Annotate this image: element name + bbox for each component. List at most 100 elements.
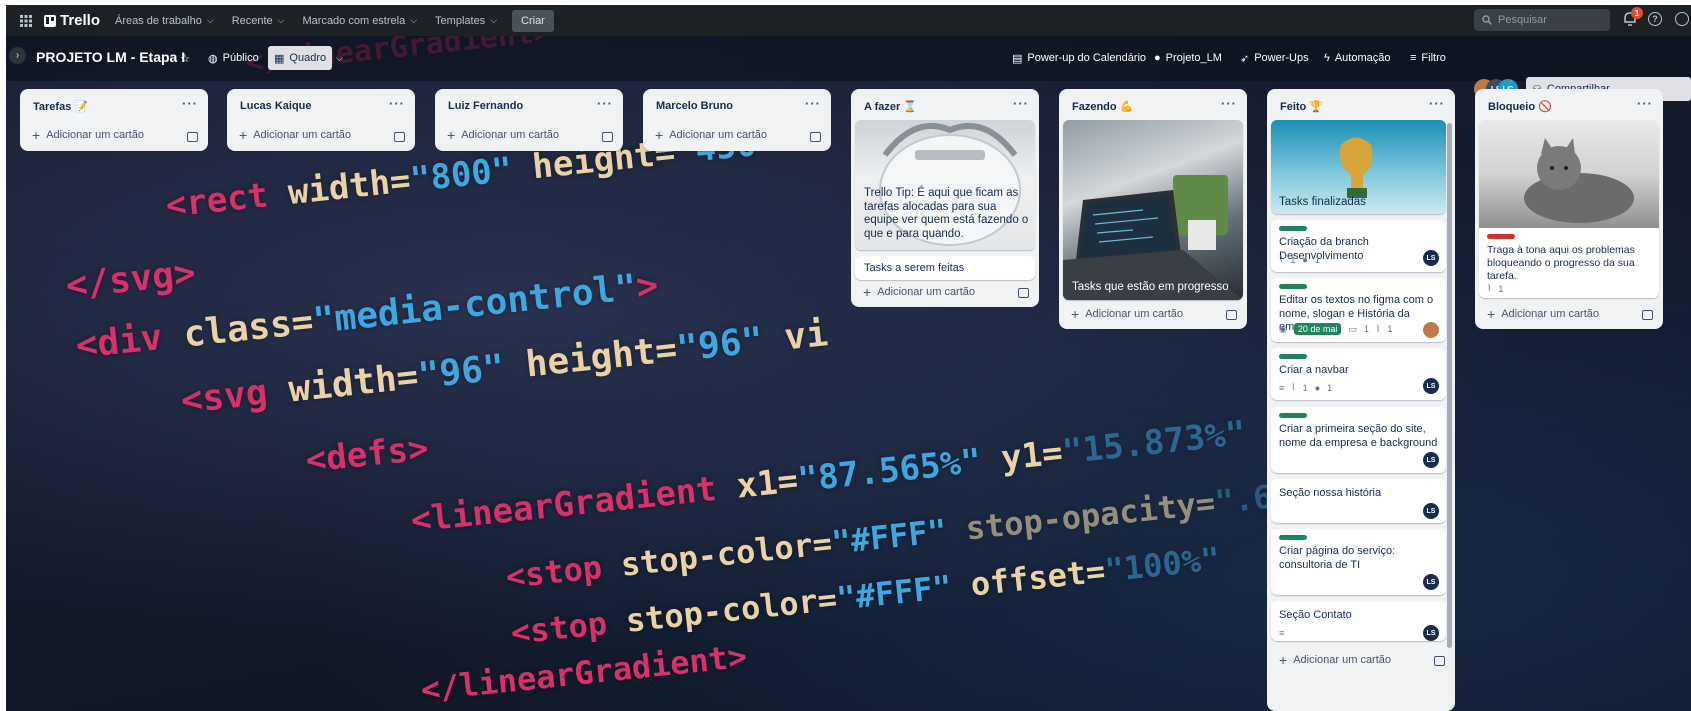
list-title[interactable]: Marcelo Bruno bbox=[656, 100, 733, 112]
github-count: 1 bbox=[1314, 254, 1320, 265]
starred-menu[interactable]: Marcado com estrela ⌵ bbox=[294, 9, 427, 33]
member-avatar[interactable]: LS bbox=[1423, 378, 1439, 394]
member-avatar[interactable]: LS bbox=[1423, 503, 1439, 519]
card-tasks-em-progresso[interactable]: Tasks que estão em progresso bbox=[1063, 120, 1243, 300]
plus-icon: + bbox=[1071, 306, 1080, 322]
list-menu-icon[interactable]: ··· bbox=[597, 96, 613, 111]
list-title[interactable]: A fazer ⌛ bbox=[864, 100, 917, 113]
card-template-icon[interactable] bbox=[394, 132, 405, 142]
member-avatar[interactable]: LS bbox=[1423, 625, 1439, 641]
card-title: Criar a navbar bbox=[1279, 364, 1349, 376]
member-avatar[interactable]: LS bbox=[1423, 574, 1439, 590]
card-template-icon[interactable] bbox=[1434, 656, 1445, 666]
card-template-icon[interactable] bbox=[602, 132, 613, 142]
description-icon: ≡ bbox=[1279, 628, 1285, 638]
member-avatar[interactable]: LS bbox=[1423, 250, 1439, 266]
list-title[interactable]: Feito 🏆 bbox=[1280, 100, 1323, 113]
powerups-button[interactable]: ➶ Power-Ups bbox=[1234, 46, 1315, 70]
card-title: Trello Tip: É aqui que ficam as tarefas … bbox=[864, 187, 1029, 240]
card-primeira-secao[interactable]: Criar a primeira seção do site, nome da … bbox=[1271, 407, 1446, 473]
card-criacao-branch[interactable]: Criação da branch Desenvolvimento ⌇ 1 ● 1 L… bbox=[1271, 220, 1446, 272]
card-editar-textos-figma[interactable]: Editar os textos no figma com o nome, sl… bbox=[1271, 278, 1446, 342]
card-template-icon[interactable] bbox=[187, 132, 198, 142]
code-token: > bbox=[405, 428, 431, 471]
card-bloqueio-tip[interactable]: Traga à tona aqui os problemas bloqueand… bbox=[1479, 120, 1659, 298]
views-dropdown-icon[interactable]: ⌵ bbox=[330, 46, 349, 70]
card-trello-tip[interactable]: Trello Tip: É aqui que ficam as tarefas … bbox=[855, 120, 1035, 250]
list-menu-icon[interactable]: ··· bbox=[1429, 96, 1445, 111]
member-avatar-photo[interactable] bbox=[1423, 322, 1439, 338]
list-title[interactable]: Fazendo 💪 bbox=[1072, 100, 1133, 113]
code-token: svg bbox=[200, 372, 270, 420]
card-label-green[interactable] bbox=[1279, 354, 1307, 359]
card-template-icon[interactable] bbox=[1642, 310, 1653, 320]
github-icon: ● bbox=[1154, 52, 1161, 64]
help-icon[interactable]: ? bbox=[1648, 12, 1662, 26]
add-card-button[interactable]: + Adicionar um cartão bbox=[233, 124, 351, 146]
create-button[interactable]: Criar bbox=[512, 9, 554, 32]
templates-menu[interactable]: Templates ⌵ bbox=[426, 9, 506, 33]
code-token: stop bbox=[528, 604, 609, 650]
list-scrollbar[interactable] bbox=[1447, 123, 1452, 648]
code-token: x1= bbox=[714, 460, 800, 509]
workspaces-menu[interactable]: Áreas de trabalho ⌵ bbox=[106, 9, 223, 33]
plus-icon: + bbox=[447, 127, 456, 143]
theme-toggle-icon[interactable] bbox=[1675, 12, 1689, 26]
card-label-green[interactable] bbox=[1279, 284, 1307, 289]
list-menu-icon[interactable]: ··· bbox=[182, 96, 198, 111]
member-avatar[interactable]: LS bbox=[1423, 452, 1439, 468]
card-label-red[interactable] bbox=[1487, 234, 1515, 239]
github-icon: ● bbox=[1302, 254, 1308, 265]
card-template-icon[interactable] bbox=[1226, 310, 1237, 320]
card-tasks-finalizadas[interactable]: Tasks finalizadas bbox=[1271, 120, 1446, 214]
code-token: defs bbox=[324, 430, 410, 479]
attachment-count: 1 bbox=[1387, 324, 1393, 334]
card-tasks-a-serem-feitas[interactable]: Tasks a serem feitas bbox=[855, 256, 1035, 280]
list-title[interactable]: Tarefas 📝 bbox=[33, 100, 88, 113]
trello-logo[interactable]: Trello bbox=[38, 9, 106, 33]
card-label-green[interactable] bbox=[1279, 413, 1307, 418]
automation-button[interactable]: ϟ Automação bbox=[1318, 46, 1396, 70]
board-view-button[interactable]: ▦ Quadro bbox=[268, 46, 333, 70]
add-card-button[interactable]: + Adicionar um cartão bbox=[649, 124, 767, 146]
add-card-button[interactable]: + Adicionar um cartão bbox=[1065, 303, 1183, 325]
due-date-badge[interactable]: 20 de mai bbox=[1293, 323, 1342, 335]
list-menu-icon[interactable]: ··· bbox=[389, 96, 405, 111]
list-menu-icon[interactable]: ··· bbox=[1637, 96, 1653, 111]
apps-grid-icon[interactable] bbox=[14, 9, 38, 33]
filter-button[interactable]: ≡ Filtro bbox=[1404, 46, 1452, 70]
attachment-count: 1 bbox=[1498, 283, 1504, 294]
card-pagina-servico[interactable]: Criar página do serviço: consultoria de … bbox=[1271, 529, 1446, 595]
card-secao-nossa-historia[interactable]: Seção nossa história LS bbox=[1271, 479, 1446, 523]
github-icon: ● bbox=[1314, 382, 1321, 393]
visibility-button[interactable]: ◍ Público bbox=[202, 46, 265, 70]
add-card-button[interactable]: + Adicionar um cartão bbox=[1273, 649, 1391, 671]
github-repo-button[interactable]: ● Projeto_LM bbox=[1148, 46, 1228, 70]
add-card-button[interactable]: + Adicionar um cartão bbox=[857, 281, 975, 303]
list-title[interactable]: Bloqueio 🚫 bbox=[1488, 100, 1552, 113]
list-menu-icon[interactable]: ··· bbox=[1013, 96, 1029, 111]
card-criar-navbar[interactable]: Criar a navbar ≡ ⌇ 1 ● 1 LS bbox=[1271, 348, 1446, 400]
card-template-icon[interactable] bbox=[810, 132, 821, 142]
code-token: div bbox=[95, 317, 165, 365]
star-icon[interactable]: ☆ bbox=[174, 46, 196, 70]
card-label-green[interactable] bbox=[1279, 226, 1307, 231]
list-title[interactable]: Luiz Fernando bbox=[448, 100, 523, 112]
list-menu-icon[interactable]: ··· bbox=[1221, 96, 1237, 111]
board-title[interactable]: PROJETO LM - Etapa I bbox=[36, 49, 185, 65]
card-badges: ≡ bbox=[1279, 628, 1284, 638]
calendar-powerup-button[interactable]: ▤ Power-up do Calendário bbox=[1006, 46, 1152, 70]
code-token: linearGradient bbox=[429, 469, 719, 539]
rocket-icon: ➶ bbox=[1240, 52, 1250, 65]
list-title[interactable]: Lucas Kaique bbox=[240, 100, 312, 112]
card-label-green[interactable] bbox=[1279, 535, 1307, 540]
add-card-button[interactable]: + Adicionar um cartão bbox=[1481, 303, 1599, 325]
expand-sidebar-button[interactable]: › bbox=[9, 47, 26, 64]
add-card-button[interactable]: + Adicionar um cartão bbox=[26, 124, 144, 146]
card-secao-contato[interactable]: Seção Contato ≡ LS bbox=[1271, 601, 1446, 641]
search-input[interactable]: Pesquisar bbox=[1474, 9, 1610, 31]
card-template-icon[interactable] bbox=[1018, 288, 1029, 298]
list-menu-icon[interactable]: ··· bbox=[805, 96, 821, 111]
recent-menu[interactable]: Recente ⌵ bbox=[223, 9, 294, 33]
add-card-button[interactable]: + Adicionar um cartão bbox=[441, 124, 559, 146]
